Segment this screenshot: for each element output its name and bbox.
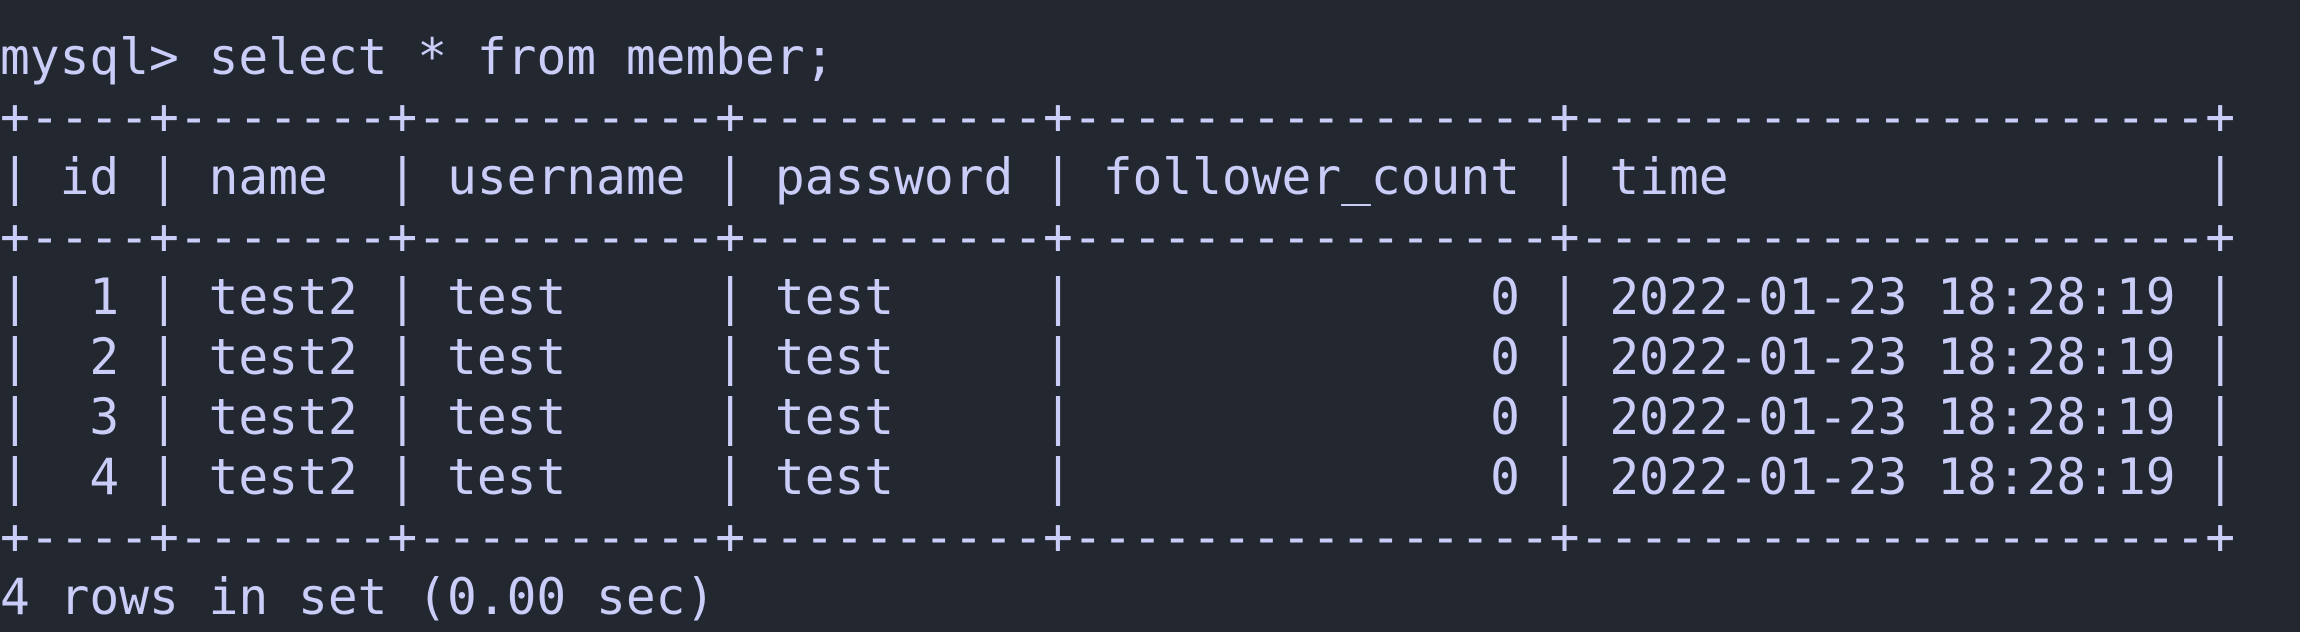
col-header-password: password [774, 148, 1014, 206]
cell-follower-count: 0 [1490, 448, 1520, 506]
cell-follower-count: 0 [1490, 388, 1520, 446]
cell-time: 2022-01-23 18:28:19 [1609, 328, 2176, 386]
cell-password: test [774, 268, 895, 326]
cell-username: test [447, 328, 567, 386]
cell-time: 2022-01-23 18:28:19 [1609, 448, 2176, 506]
col-header-name: name [208, 148, 328, 206]
cell-id: 2 [89, 328, 120, 386]
cell-id: 1 [89, 268, 120, 326]
table-row: | 1 | test2 | test | test | 0 | 2022-01-… [0, 268, 2236, 326]
col-header-username: username [447, 148, 686, 206]
result-summary: 4 rows in set (0.00 sec) [0, 568, 716, 626]
cell-password: test [774, 448, 895, 506]
cell-username: test [447, 268, 567, 326]
cell-password: test [774, 328, 895, 386]
mysql-prompt: mysql> [0, 28, 179, 86]
table-row: | 2 | test2 | test | test | 0 | 2022-01-… [0, 328, 2236, 386]
cell-follower-count: 0 [1490, 328, 1520, 386]
cell-id: 3 [89, 388, 120, 446]
col-header-id: id [59, 148, 120, 206]
table-border-top: +----+-------+----------+----------+----… [0, 88, 2236, 146]
cell-name: test2 [208, 448, 358, 506]
command-line: mysql> select * from member; [0, 27, 2235, 87]
table-row: | 3 | test2 | test | test | 0 | 2022-01-… [0, 388, 2236, 446]
col-header-time: time [1609, 148, 1729, 206]
table-header-row: | id | name | username | password | foll… [0, 148, 2236, 206]
cell-name: test2 [208, 268, 358, 326]
cell-time: 2022-01-23 18:28:19 [1609, 268, 2176, 326]
table-border-header: +----+-------+----------+----------+----… [0, 208, 2236, 266]
cell-time: 2022-01-23 18:28:19 [1609, 388, 2176, 446]
cell-password: test [774, 388, 895, 446]
col-header-follower-count: follower_count [1102, 148, 1520, 206]
sql-command: select * from member; [208, 28, 835, 86]
cell-name: test2 [208, 328, 358, 386]
cell-follower-count: 0 [1490, 268, 1520, 326]
cell-name: test2 [208, 388, 358, 446]
table-border-bottom: +----+-------+----------+----------+----… [0, 508, 2236, 566]
cell-username: test [447, 388, 567, 446]
terminal-window[interactable]: mysql> select * from member; +----+------… [0, 0, 2300, 632]
table-row: | 4 | test2 | test | test | 0 | 2022-01-… [0, 448, 2236, 506]
cell-username: test [447, 448, 567, 506]
terminal-output: mysql> select * from member; +----+------… [0, 27, 2235, 627]
cell-id: 4 [89, 448, 120, 506]
